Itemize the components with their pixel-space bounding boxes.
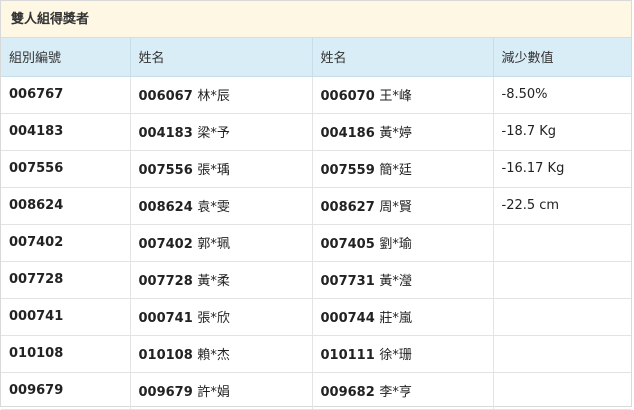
winners-table: 組別編號 姓名 姓名 減少數值 006767 006067 林*辰 006070 王… [1, 38, 631, 410]
participant-name: 梁*予 [197, 126, 230, 141]
participant-2-cell: 010111 徐*珊 [312, 335, 494, 373]
header-group-id: 組別編號 [1, 38, 131, 77]
participant-name: 賴*杰 [197, 348, 230, 363]
table-row: 007556 007556 張*瑀 007559 簡*廷 -16.17 Kg [1, 150, 631, 188]
participant-id: 007402 [138, 237, 193, 252]
participant-name: 袁*雯 [197, 200, 230, 215]
winners-panel: 雙人組得獎者 組別編號 姓名 姓名 減少數值 006767 006067 林*辰 0… [0, 0, 632, 410]
table-row: 007402 007402 郭*珮 007405 劉*瑜 [1, 224, 631, 262]
participant-name: 黃*婷 [379, 126, 412, 141]
participant-2-cell: 000744 莊*嵐 [312, 298, 494, 336]
table-row: 007728 007728 黃*柔 007731 黃*瀅 [1, 261, 631, 299]
participant-1-cell: 009679 許*娟 [130, 372, 313, 410]
group-id-cell: 007556 [1, 150, 131, 188]
table-row: 006767 006067 林*辰 006070 王*峰 -8.50% [1, 76, 631, 114]
participant-id: 000741 [138, 311, 193, 326]
participant-name: 王*峰 [379, 89, 412, 104]
participant-id: 000744 [320, 311, 375, 326]
participant-1-cell: 008624 袁*雯 [130, 187, 313, 225]
reduction-cell: -22.5 cm [493, 187, 631, 225]
participant-id: 007731 [320, 274, 375, 289]
header-row: 組別編號 姓名 姓名 減少數值 [1, 38, 631, 77]
participant-id: 006070 [320, 89, 375, 104]
participant-id: 004183 [138, 126, 193, 141]
reduction-cell: -18.7 Kg [493, 113, 631, 151]
participant-1-cell: 000741 張*欣 [130, 298, 313, 336]
participant-1-cell: 007728 黃*柔 [130, 261, 313, 299]
header-reduction: 減少數值 [493, 38, 631, 77]
reduction-cell [493, 372, 631, 410]
participant-name: 李*亨 [379, 385, 412, 400]
participant-id: 004186 [320, 126, 375, 141]
participant-name: 周*賢 [379, 200, 412, 215]
panel-title: 雙人組得獎者 [1, 1, 631, 38]
header-name-2: 姓名 [312, 38, 494, 77]
participant-2-cell: 009682 李*亨 [312, 372, 494, 410]
table-row: 010108 010108 賴*杰 010111 徐*珊 [1, 335, 631, 373]
reduction-cell: -8.50% [493, 76, 631, 114]
table-header: 組別編號 姓名 姓名 減少數值 [1, 38, 631, 77]
table-row: 004183 004183 梁*予 004186 黃*婷 -18.7 Kg [1, 113, 631, 151]
participant-name: 林*辰 [197, 89, 230, 104]
participant-id: 007559 [320, 163, 375, 178]
participant-id: 009679 [138, 385, 193, 400]
reduction-cell: -16.17 Kg [493, 150, 631, 188]
participant-id: 009682 [320, 385, 375, 400]
reduction-cell [493, 224, 631, 262]
participant-name: 莊*嵐 [379, 311, 412, 326]
participant-name: 郭*珮 [197, 237, 230, 252]
participant-2-cell: 007405 劉*瑜 [312, 224, 494, 262]
participant-1-cell: 010108 賴*杰 [130, 335, 313, 373]
participant-1-cell: 007556 張*瑀 [130, 150, 313, 188]
participant-2-cell: 006070 王*峰 [312, 76, 494, 114]
reduction-cell [493, 261, 631, 299]
table-row: 009679 009679 許*娟 009682 李*亨 [1, 372, 631, 410]
table-row: 008624 008624 袁*雯 008627 周*賢 -22.5 cm [1, 187, 631, 225]
participant-name: 簡*廷 [379, 163, 412, 178]
participant-name: 徐*珊 [379, 348, 412, 363]
participant-1-cell: 007402 郭*珮 [130, 224, 313, 262]
reduction-cell [493, 298, 631, 336]
group-id-cell: 008624 [1, 187, 131, 225]
participant-id: 010108 [138, 348, 193, 363]
participant-id: 007556 [138, 163, 193, 178]
group-id-cell: 007402 [1, 224, 131, 262]
participant-name: 劉*瑜 [379, 237, 412, 252]
participant-id: 008627 [320, 200, 375, 215]
participant-name: 黃*柔 [197, 274, 230, 289]
participant-1-cell: 004183 梁*予 [130, 113, 313, 151]
participant-2-cell: 007559 簡*廷 [312, 150, 494, 188]
participant-name: 許*娟 [197, 385, 230, 400]
group-id-cell: 009679 [1, 372, 131, 410]
participant-id: 006067 [138, 89, 193, 104]
participant-2-cell: 004186 黃*婷 [312, 113, 494, 151]
table-row: 000741 000741 張*欣 000744 莊*嵐 [1, 298, 631, 336]
reduction-cell [493, 335, 631, 373]
participant-id: 010111 [320, 348, 375, 363]
group-id-cell: 007728 [1, 261, 131, 299]
participant-2-cell: 007731 黃*瀅 [312, 261, 494, 299]
participant-id: 007405 [320, 237, 375, 252]
group-id-cell: 006767 [1, 76, 131, 114]
header-name-1: 姓名 [130, 38, 313, 77]
participant-2-cell: 008627 周*賢 [312, 187, 494, 225]
group-id-cell: 004183 [1, 113, 131, 151]
participant-name: 張*欣 [197, 311, 230, 326]
participant-name: 張*瑀 [197, 163, 230, 178]
participant-1-cell: 006067 林*辰 [130, 76, 313, 114]
group-id-cell: 000741 [1, 298, 131, 336]
participant-id: 008624 [138, 200, 193, 215]
group-id-cell: 010108 [1, 335, 131, 373]
participant-name: 黃*瀅 [379, 274, 412, 289]
table-body: 006767 006067 林*辰 006070 王*峰 -8.50% 004183 00… [1, 76, 631, 410]
participant-id: 007728 [138, 274, 193, 289]
